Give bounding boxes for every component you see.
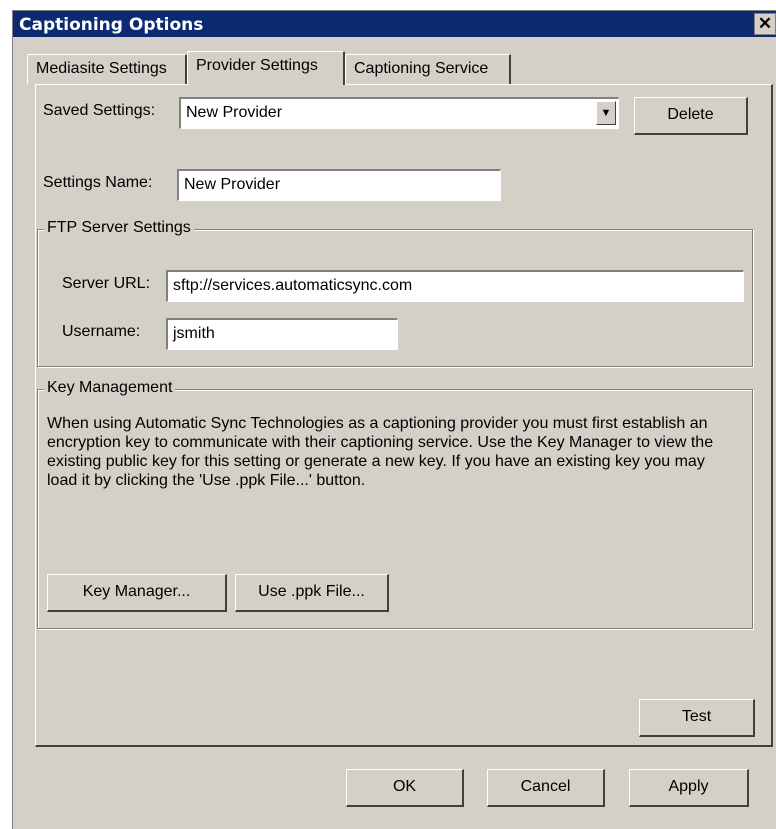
username-field[interactable]: jsmith	[166, 318, 398, 350]
username-label: Username:	[62, 323, 141, 340]
ok-button-label: OK	[392, 778, 417, 795]
ftp-group-title: FTP Server Settings	[44, 219, 194, 237]
saved-settings-dropdown[interactable]: New Provider ▼	[179, 97, 619, 129]
ok-button[interactable]: OK	[346, 769, 464, 807]
use-ppk-file-button[interactable]: Use .ppk File...	[235, 574, 389, 612]
key-manager-button[interactable]: Key Manager...	[47, 574, 227, 612]
key-management-title: Key Management	[44, 379, 176, 397]
test-button-label: Test	[681, 708, 712, 725]
server-url-field[interactable]: sftp://services.automaticsync.com	[166, 270, 744, 302]
use-ppk-file-label: Use .ppk File...	[258, 583, 365, 600]
settings-name-field[interactable]: New Provider	[177, 169, 501, 201]
settings-name-label: Settings Name:	[43, 174, 153, 191]
apply-button-label: Apply	[668, 778, 709, 795]
ftp-server-settings-group: FTP Server Settings Server URL: sftp://s…	[37, 219, 753, 367]
chevron-down-icon[interactable]: ▼	[596, 101, 616, 125]
server-url-value: sftp://services.automaticsync.com	[173, 277, 413, 294]
tab-captioning-service[interactable]: Captioning Service	[345, 54, 511, 84]
saved-settings-value: New Provider	[186, 104, 283, 121]
title-bar: Captioning Options ✕	[13, 11, 776, 37]
key-management-group: Key Management When using Automatic Sync…	[37, 379, 753, 629]
captioning-options-dialog: Captioning Options ✕ Mediasite Settings …	[12, 10, 776, 829]
test-button[interactable]: Test	[639, 699, 755, 737]
settings-name-value: New Provider	[184, 176, 281, 193]
saved-settings-label: Saved Settings:	[43, 102, 156, 119]
tab-provider-settings[interactable]: Provider Settings	[187, 51, 345, 85]
window-title: Captioning Options	[19, 15, 204, 35]
server-url-label: Server URL:	[62, 275, 151, 292]
tab-label: Mediasite Settings	[36, 60, 167, 77]
tab-label: Provider Settings	[196, 57, 318, 74]
delete-button-label: Delete	[667, 106, 714, 123]
apply-button[interactable]: Apply	[629, 769, 749, 807]
key-manager-label: Key Manager...	[82, 583, 191, 600]
cancel-button-label: Cancel	[520, 778, 571, 795]
cancel-button[interactable]: Cancel	[487, 769, 605, 807]
close-button[interactable]: ✕	[754, 13, 776, 35]
key-management-description: When using Automatic Sync Technologies a…	[47, 415, 714, 489]
delete-button[interactable]: Delete	[634, 97, 748, 135]
tab-label: Captioning Service	[354, 60, 489, 77]
username-value: jsmith	[173, 325, 215, 342]
provider-settings-panel: Saved Settings: New Provider ▼ Delete Se…	[35, 84, 773, 747]
tab-mediasite-settings[interactable]: Mediasite Settings	[27, 54, 187, 84]
close-icon: ✕	[757, 14, 773, 33]
